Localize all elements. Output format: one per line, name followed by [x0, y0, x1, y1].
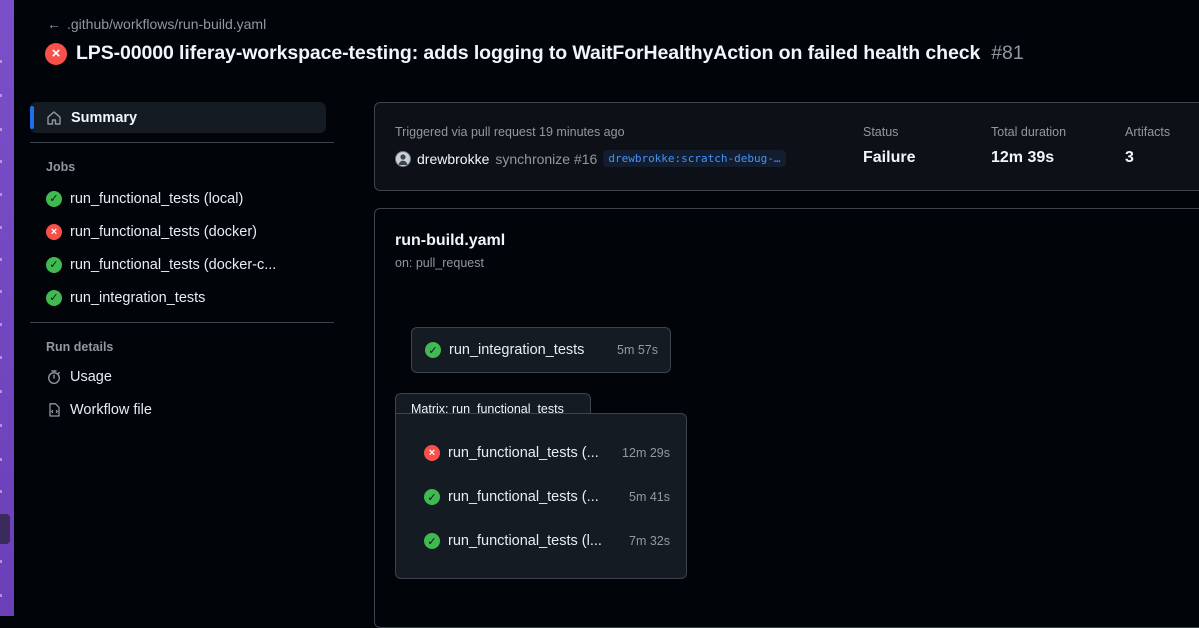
sidebar-item-label: run_functional_tests (docker) [70, 223, 257, 240]
home-icon [46, 110, 62, 126]
matrix-group: × run_functional_tests (... 12m 29s ✓ ru… [395, 413, 687, 579]
matrix-job-label: run_functional_tests (... [448, 489, 599, 505]
check-circle-icon: ✓ [46, 190, 62, 207]
actor-link[interactable]: drewbrokke [417, 151, 489, 167]
run-number: #81 [991, 42, 1024, 64]
sidebar-item-label: run_functional_tests (docker-c... [70, 256, 277, 273]
strip-marker [0, 193, 2, 196]
job-node-integration[interactable]: ✓ run_integration_tests 5m 57s [411, 327, 671, 373]
strip-marker [0, 60, 2, 63]
strip-marker [0, 323, 2, 326]
matrix-job-row[interactable]: ✓ run_functional_tests (... 5m 41s [424, 486, 670, 508]
strip-marker [0, 458, 2, 461]
strip-marker [0, 258, 2, 261]
sidebar-item-label: Usage [70, 368, 112, 385]
matrix-label: Matrix: run_functional_tests [395, 393, 591, 416]
stopwatch-icon [46, 369, 62, 385]
active-indicator [30, 106, 34, 129]
matrix-job-row[interactable]: ✓ run_functional_tests (l... 7m 32s [424, 530, 670, 552]
sidebar-item-label: run_functional_tests (local) [70, 190, 244, 207]
strip-marker [0, 490, 2, 493]
run-details-heading: Run details [46, 340, 114, 354]
file-code-icon [46, 402, 62, 418]
check-circle-icon: ✓ [425, 342, 441, 358]
sidebar-item-job-docker[interactable]: × run_functional_tests (docker) [30, 215, 334, 248]
job-duration: 5m 41s [629, 490, 670, 504]
duration-label: Total duration [991, 125, 1067, 139]
workflow-trigger: on: pull_request [395, 256, 484, 270]
event-text[interactable]: synchronize #16 [495, 151, 597, 167]
strip-marker [0, 128, 2, 131]
x-circle-icon: × [424, 445, 440, 461]
page-title: LPS-00000 liferay-workspace-testing: add… [76, 42, 981, 64]
sidebar-item-job-local[interactable]: ✓ run_functional_tests (local) [30, 182, 334, 215]
strip-marker [0, 356, 2, 359]
sidebar-item-job-integration[interactable]: ✓ run_integration_tests [30, 281, 334, 314]
branch-label[interactable]: drewbrokke:scratch-debug-… [603, 150, 786, 167]
artifacts-label: Artifacts [1125, 125, 1171, 139]
job-duration: 7m 32s [629, 534, 670, 548]
strip-marker [0, 594, 2, 597]
job-duration: 12m 29s [622, 446, 670, 460]
x-circle-icon: × [45, 42, 67, 65]
sidebar-item-label: Summary [71, 109, 138, 126]
x-circle-icon: × [46, 223, 62, 240]
workflow-path: .github/workflows/run-build.yaml [67, 16, 267, 32]
status-label: Status [863, 125, 899, 139]
app-side-strip [0, 0, 14, 616]
strip-marker [0, 290, 2, 293]
strip-marker [0, 424, 2, 427]
job-duration: 5m 57s [617, 343, 658, 357]
job-node-label: run_integration_tests [449, 342, 585, 358]
strip-marker [0, 160, 2, 163]
artifacts-value[interactable]: 3 [1125, 149, 1134, 167]
matrix-job-row[interactable]: × run_functional_tests (... 12m 29s [424, 442, 670, 464]
check-circle-icon: ✓ [424, 489, 440, 505]
check-circle-icon: ✓ [46, 256, 62, 273]
matrix-job-label: run_functional_tests (... [448, 445, 599, 461]
sidebar-item-job-docker-c[interactable]: ✓ run_functional_tests (docker-c... [30, 248, 334, 281]
strip-marker [0, 226, 2, 229]
avatar[interactable] [395, 150, 411, 167]
sidebar-item-usage[interactable]: Usage [30, 360, 334, 393]
check-circle-icon: ✓ [46, 289, 62, 306]
strip-marker [0, 560, 2, 563]
arrow-left-icon: ← [47, 16, 61, 32]
status-value: Failure [863, 149, 916, 166]
strip-active-tab[interactable] [0, 514, 10, 544]
sidebar-item-summary[interactable]: Summary [30, 102, 326, 133]
jobs-heading: Jobs [46, 160, 76, 174]
workflow-graph-card: run-build.yaml on: pull_request ✓ run_in… [374, 208, 1199, 628]
trigger-text: Triggered via pull request 19 minutes ag… [395, 125, 625, 139]
strip-marker [0, 390, 2, 393]
run-sidebar: Summary Jobs ✓ run_functional_tests (loc… [30, 102, 334, 426]
back-to-workflow-link[interactable]: ← .github/workflows/run-build.yaml [47, 16, 266, 32]
strip-marker [0, 94, 2, 97]
sidebar-item-label: Workflow file [70, 401, 152, 418]
workflow-name: run-build.yaml [395, 232, 506, 249]
check-circle-icon: ✓ [424, 533, 440, 549]
duration-value: 12m 39s [991, 149, 1055, 166]
sidebar-item-workflow-file[interactable]: Workflow file [30, 393, 334, 426]
sidebar-item-label: run_integration_tests [70, 289, 206, 306]
matrix-job-label: run_functional_tests (l... [448, 533, 602, 549]
trigger-actor-row: drewbrokke synchronize #16 drewbrokke:sc… [395, 150, 786, 167]
run-summary-card: Triggered via pull request 19 minutes ag… [374, 102, 1199, 191]
page-title-row: × LPS-00000 liferay-workspace-testing: a… [45, 42, 1024, 65]
